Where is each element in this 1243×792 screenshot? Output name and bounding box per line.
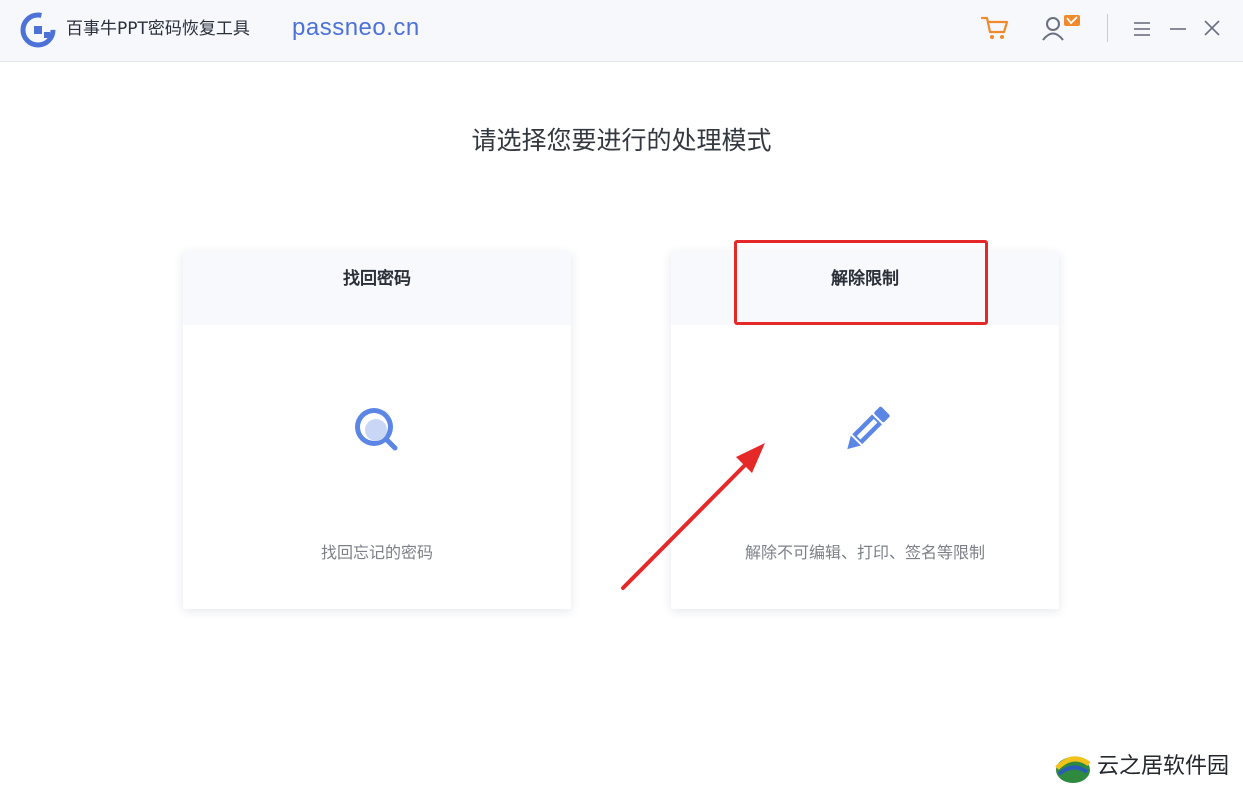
annotation-highlight-box — [734, 240, 988, 325]
app-title: 百事牛PPT密码恢复工具 — [66, 19, 250, 39]
app-logo-icon — [20, 12, 56, 48]
minimize-icon[interactable] — [1168, 20, 1188, 38]
close-icon[interactable] — [1202, 18, 1222, 38]
watermark: 云之居软件园 — [1053, 744, 1239, 788]
titlebar-divider — [1107, 14, 1108, 42]
recover-password-card[interactable]: 找回密码 找回忘记的密码 — [183, 252, 571, 609]
menu-icon[interactable] — [1132, 20, 1152, 38]
user-vip-icon[interactable] — [1040, 13, 1084, 43]
card-description: 找回忘记的密码 — [320, 543, 433, 562]
card-title: 找回密码 — [183, 252, 571, 325]
magnifier-icon — [355, 408, 398, 451]
annotation-arrow-icon — [621, 443, 765, 590]
app-url-link[interactable]: passneo.cn — [292, 12, 420, 44]
cart-icon[interactable] — [980, 14, 1010, 42]
watermark-text: 云之居软件园 — [1097, 754, 1230, 779]
page-heading: 请选择您要进行的处理模式 — [471, 126, 772, 155]
watermark-logo-icon — [1055, 756, 1091, 783]
pencil-icon — [847, 406, 890, 450]
title-bar: 百事牛PPT密码恢复工具 passneo.cn — [0, 0, 1243, 62]
